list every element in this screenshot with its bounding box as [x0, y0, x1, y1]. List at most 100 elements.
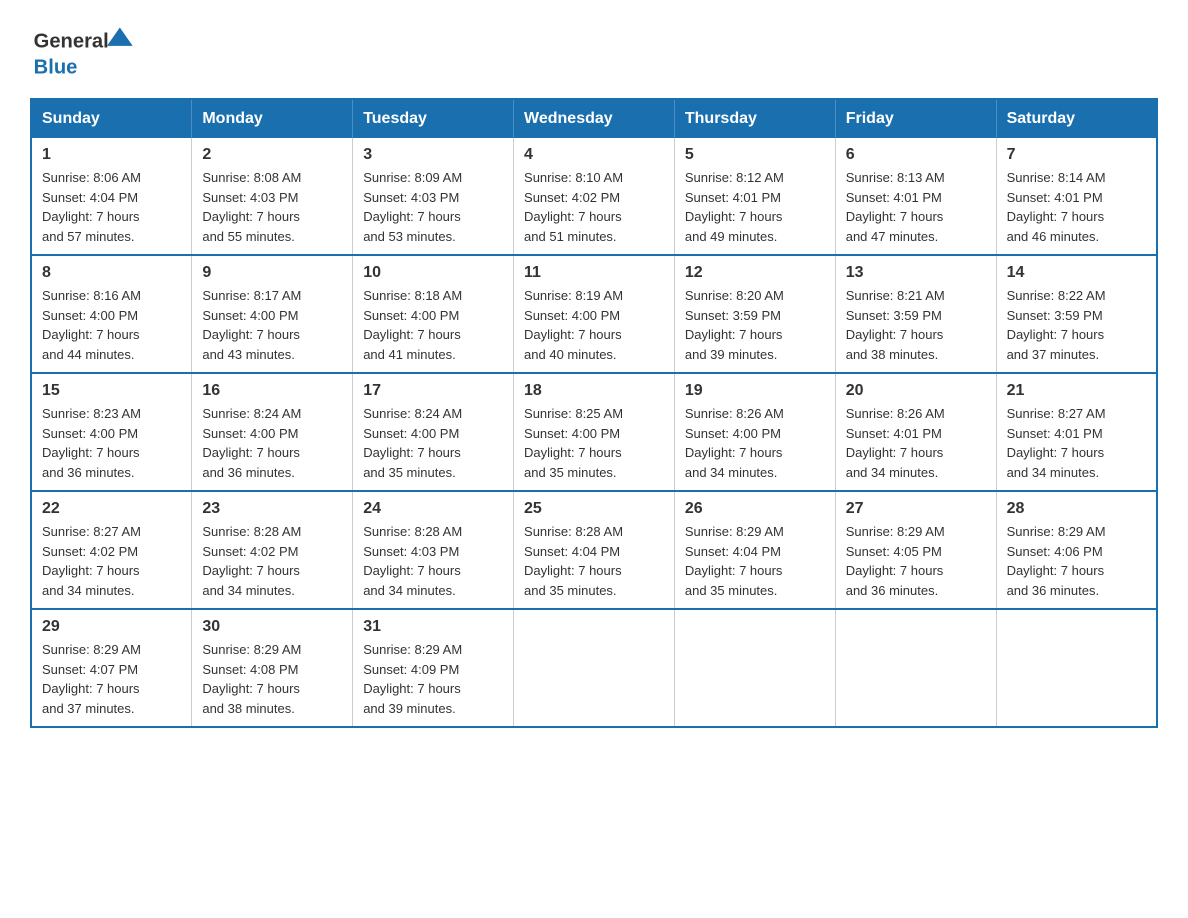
day-number: 28 — [1007, 500, 1146, 518]
day-number: 25 — [524, 500, 664, 518]
day-info: Sunrise: 8:10 AMSunset: 4:02 PMDaylight:… — [524, 168, 664, 246]
day-number: 15 — [42, 382, 181, 400]
calendar-cell: 3 Sunrise: 8:09 AMSunset: 4:03 PMDaylight… — [353, 138, 514, 255]
calendar-cell: 16 Sunrise: 8:24 AMSunset: 4:00 PMDayligh… — [192, 373, 353, 491]
calendar-cell: 30Sunrise: 8:29 AMSunset: 4:08 PMDayligh… — [192, 609, 353, 727]
calendar-cell: 26Sunrise: 8:29 AMSunset: 4:04 PMDayligh… — [674, 491, 835, 609]
day-info: Sunrise: 8:29 AMSunset: 4:08 PMDaylight:… — [202, 640, 342, 718]
calendar-week-row: 29 Sunrise: 8:29 AMSunset: 4:07 PMDayligh… — [31, 609, 1157, 727]
day-info: Sunrise: 8:28 AMSunset: 4:04 PMDaylight:… — [524, 522, 664, 600]
calendar-cell: 15Sunrise: 8:23 AMSunset: 4:00 PMDayligh… — [31, 373, 192, 491]
calendar-cell: 5Sunrise: 8:12 AMSunset: 4:01 PMDaylight… — [674, 138, 835, 255]
calendar-cell: 14Sunrise: 8:22 AMSunset: 3:59 PMDayligh… — [996, 255, 1157, 373]
day-info: Sunrise: 8:29 AMSunset: 4:09 PMDaylight:… — [363, 640, 503, 718]
day-info: Sunrise: 8:19 AMSunset: 4:00 PMDaylight:… — [524, 286, 664, 364]
day-number: 27 — [846, 500, 986, 518]
calendar-cell: 2 Sunrise: 8:08 AMSunset: 4:03 PMDaylight… — [192, 138, 353, 255]
day-number: 9 — [202, 264, 342, 282]
calendar-cell — [674, 609, 835, 727]
day-info: Sunrise: 8:08 AMSunset: 4:03 PMDaylight:… — [202, 168, 342, 246]
calendar-week-row: 1 Sunrise: 8:06 AMSunset: 4:04 PMDaylight… — [31, 138, 1157, 255]
svg-text:Blue: Blue — [34, 56, 78, 78]
calendar-header-row: SundayMondayTuesdayWednesdayThursdayFrid… — [31, 99, 1157, 138]
calendar-cell: 8Sunrise: 8:16 AMSunset: 4:00 PMDaylight… — [31, 255, 192, 373]
calendar-cell: 10 Sunrise: 8:18 AMSunset: 4:00 PMDayligh… — [353, 255, 514, 373]
day-number: 1 — [42, 146, 181, 164]
calendar-cell: 4 Sunrise: 8:10 AMSunset: 4:02 PMDaylight… — [514, 138, 675, 255]
day-info: Sunrise: 8:22 AMSunset: 3:59 PMDaylight:… — [1007, 286, 1146, 364]
col-header-sunday: Sunday — [31, 99, 192, 138]
day-info: Sunrise: 8:06 AMSunset: 4:04 PMDaylight:… — [42, 168, 181, 246]
day-number: 10 — [363, 264, 503, 282]
day-number: 20 — [846, 382, 986, 400]
calendar-cell: 7Sunrise: 8:14 AMSunset: 4:01 PMDaylight… — [996, 138, 1157, 255]
col-header-tuesday: Tuesday — [353, 99, 514, 138]
day-info: Sunrise: 8:29 AMSunset: 4:07 PMDaylight:… — [42, 640, 181, 718]
day-number: 17 — [363, 382, 503, 400]
day-number: 12 — [685, 264, 825, 282]
calendar-cell: 21Sunrise: 8:27 AMSunset: 4:01 PMDayligh… — [996, 373, 1157, 491]
calendar-cell: 12 Sunrise: 8:20 AMSunset: 3:59 PMDayligh… — [674, 255, 835, 373]
day-number: 23 — [202, 500, 342, 518]
day-number: 16 — [202, 382, 342, 400]
day-info: Sunrise: 8:21 AMSunset: 3:59 PMDaylight:… — [846, 286, 986, 364]
calendar-cell: 19Sunrise: 8:26 AMSunset: 4:00 PMDayligh… — [674, 373, 835, 491]
calendar-cell: 13 Sunrise: 8:21 AMSunset: 3:59 PMDayligh… — [835, 255, 996, 373]
calendar-cell: 27 Sunrise: 8:29 AMSunset: 4:05 PMDayligh… — [835, 491, 996, 609]
calendar-cell: 24Sunrise: 8:28 AMSunset: 4:03 PMDayligh… — [353, 491, 514, 609]
day-info: Sunrise: 8:17 AMSunset: 4:00 PMDaylight:… — [202, 286, 342, 364]
day-number: 8 — [42, 264, 181, 282]
col-header-monday: Monday — [192, 99, 353, 138]
day-number: 22 — [42, 500, 181, 518]
svg-text:General: General — [34, 31, 109, 53]
calendar-week-row: 22 Sunrise: 8:27 AMSunset: 4:02 PMDayligh… — [31, 491, 1157, 609]
day-info: Sunrise: 8:24 AMSunset: 4:00 PMDaylight:… — [202, 404, 342, 482]
day-info: Sunrise: 8:18 AMSunset: 4:00 PMDaylight:… — [363, 286, 503, 364]
day-info: Sunrise: 8:24 AMSunset: 4:00 PMDaylight:… — [363, 404, 503, 482]
day-info: Sunrise: 8:27 AMSunset: 4:02 PMDaylight:… — [42, 522, 181, 600]
day-info: Sunrise: 8:12 AMSunset: 4:01 PMDaylight:… — [685, 168, 825, 246]
day-info: Sunrise: 8:29 AMSunset: 4:04 PMDaylight:… — [685, 522, 825, 600]
day-info: Sunrise: 8:25 AMSunset: 4:00 PMDaylight:… — [524, 404, 664, 482]
calendar-cell: 31 Sunrise: 8:29 AMSunset: 4:09 PMDayligh… — [353, 609, 514, 727]
day-number: 2 — [202, 146, 342, 164]
day-number: 24 — [363, 500, 503, 518]
day-info: Sunrise: 8:09 AMSunset: 4:03 PMDaylight:… — [363, 168, 503, 246]
calendar-cell: 23Sunrise: 8:28 AMSunset: 4:02 PMDayligh… — [192, 491, 353, 609]
calendar-cell: 18 Sunrise: 8:25 AMSunset: 4:00 PMDayligh… — [514, 373, 675, 491]
calendar-cell: 1 Sunrise: 8:06 AMSunset: 4:04 PMDaylight… — [31, 138, 192, 255]
day-info: Sunrise: 8:26 AMSunset: 4:01 PMDaylight:… — [846, 404, 986, 482]
calendar-cell: 28 Sunrise: 8:29 AMSunset: 4:06 PMDayligh… — [996, 491, 1157, 609]
calendar-table: SundayMondayTuesdayWednesdayThursdayFrid… — [30, 98, 1158, 728]
page-header: General Blue — [30, 20, 1158, 80]
col-header-wednesday: Wednesday — [514, 99, 675, 138]
calendar-cell: 6 Sunrise: 8:13 AMSunset: 4:01 PMDaylight… — [835, 138, 996, 255]
calendar-week-row: 8Sunrise: 8:16 AMSunset: 4:00 PMDaylight… — [31, 255, 1157, 373]
day-number: 4 — [524, 146, 664, 164]
calendar-cell: 9 Sunrise: 8:17 AMSunset: 4:00 PMDaylight… — [192, 255, 353, 373]
calendar-cell: 20 Sunrise: 8:26 AMSunset: 4:01 PMDayligh… — [835, 373, 996, 491]
day-info: Sunrise: 8:27 AMSunset: 4:01 PMDaylight:… — [1007, 404, 1146, 482]
calendar-cell — [514, 609, 675, 727]
calendar-cell: 17 Sunrise: 8:24 AMSunset: 4:00 PMDayligh… — [353, 373, 514, 491]
day-number: 11 — [524, 264, 664, 282]
day-info: Sunrise: 8:13 AMSunset: 4:01 PMDaylight:… — [846, 168, 986, 246]
day-number: 7 — [1007, 146, 1146, 164]
calendar-cell — [996, 609, 1157, 727]
day-number: 3 — [363, 146, 503, 164]
day-number: 29 — [42, 618, 181, 636]
day-number: 6 — [846, 146, 986, 164]
col-header-saturday: Saturday — [996, 99, 1157, 138]
day-info: Sunrise: 8:29 AMSunset: 4:06 PMDaylight:… — [1007, 522, 1146, 600]
day-number: 19 — [685, 382, 825, 400]
day-info: Sunrise: 8:29 AMSunset: 4:05 PMDaylight:… — [846, 522, 986, 600]
calendar-cell: 22 Sunrise: 8:27 AMSunset: 4:02 PMDayligh… — [31, 491, 192, 609]
logo-svg: General Blue — [30, 20, 140, 80]
calendar-cell — [835, 609, 996, 727]
calendar-week-row: 15Sunrise: 8:23 AMSunset: 4:00 PMDayligh… — [31, 373, 1157, 491]
day-number: 31 — [363, 618, 503, 636]
day-info: Sunrise: 8:20 AMSunset: 3:59 PMDaylight:… — [685, 286, 825, 364]
day-number: 18 — [524, 382, 664, 400]
calendar-cell: 11 Sunrise: 8:19 AMSunset: 4:00 PMDayligh… — [514, 255, 675, 373]
day-number: 13 — [846, 264, 986, 282]
